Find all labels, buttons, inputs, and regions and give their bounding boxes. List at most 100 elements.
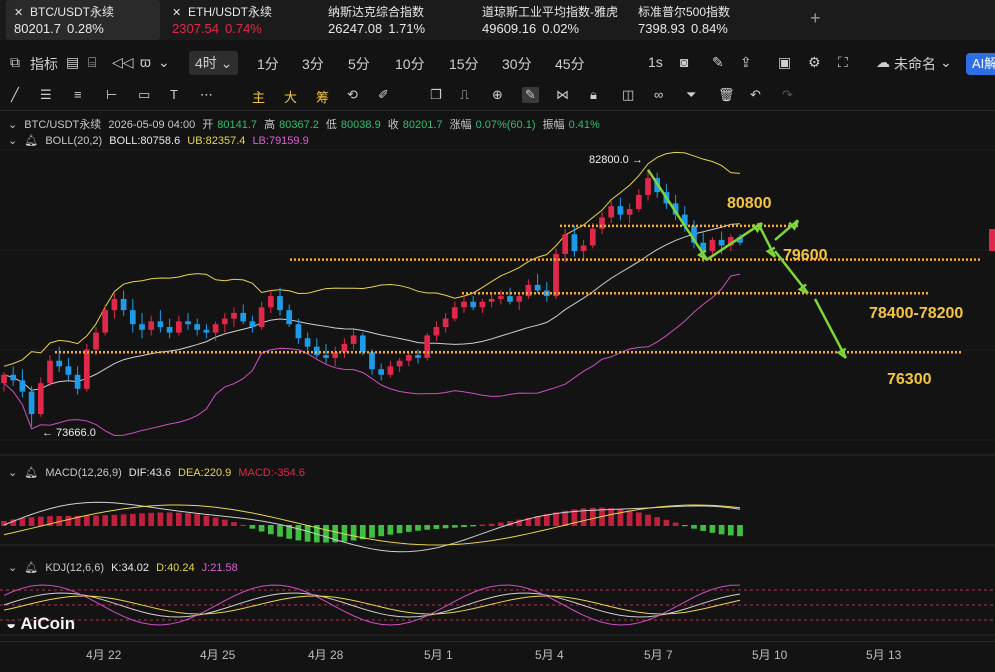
chip-button[interactable]: 筹: [316, 87, 329, 106]
macd-bar: [654, 517, 661, 526]
collapse-icon[interactable]: ⌄: [8, 119, 17, 131]
template-icon[interactable]: ▤: [66, 54, 79, 71]
candle-body: [396, 360, 403, 367]
candle-body: [157, 321, 164, 327]
fullscreen-icon[interactable]: ⛶: [838, 54, 848, 71]
image-icon[interactable]: ▣: [778, 54, 791, 71]
layout-icon[interactable]: ⌸: [88, 54, 96, 71]
link-icon[interactable]: ∞: [654, 87, 663, 102]
candle-body: [139, 324, 145, 330]
macd-bar: [350, 525, 357, 541]
last-price-tag: [989, 229, 995, 251]
interval-5m[interactable]: 5分: [348, 54, 370, 74]
lock-icon[interactable]: 🔒︎: [590, 87, 597, 103]
brush-icon[interactable]: ✐: [378, 87, 389, 103]
indicators-button[interactable]: 指标: [30, 54, 58, 74]
interval-15m[interactable]: 15分: [449, 54, 479, 74]
macd-bar: [240, 524, 247, 526]
interval-10m[interactable]: 10分: [395, 54, 425, 74]
kdj-name: KDJ(12,6,6): [45, 562, 105, 574]
bell-icon[interactable]: 🔔︎: [24, 135, 38, 147]
trendline-icon[interactable]: ╱: [11, 87, 19, 103]
parallel-lines-icon[interactable]: ☰: [40, 87, 52, 103]
x-axis: 4月 22 4月 25 4月 28 5月 1 5月 4 5月 7 5月 10 5…: [0, 641, 995, 672]
undo-icon[interactable]: ↶: [750, 87, 761, 103]
interval-active[interactable]: 4时 ⌄: [189, 51, 239, 75]
horizontal-lines-icon[interactable]: ≡: [74, 87, 82, 102]
candle-body: [424, 335, 431, 358]
x-label: 4月 22: [86, 648, 122, 662]
hide-icon[interactable]: ◫: [622, 87, 634, 103]
interval-1s[interactable]: 1s: [648, 54, 663, 70]
camera-icon[interactable]: ◙: [680, 54, 688, 70]
filter-icon[interactable]: ⏷: [686, 87, 696, 103]
candle-body: [28, 391, 35, 415]
x-label: 5月 7: [644, 648, 673, 662]
interval-3m[interactable]: 3分: [302, 54, 324, 74]
candle-body: [488, 298, 495, 302]
zoom-icon[interactable]: ⊕: [492, 87, 503, 103]
collapse-icon[interactable]: ⌄: [8, 562, 17, 574]
ai-button[interactable]: AI解: [966, 53, 995, 75]
interval-1m[interactable]: 1分: [257, 54, 279, 74]
indicator-icon[interactable]: ⧉: [10, 54, 20, 71]
boll-name: BOLL(20,2): [45, 135, 103, 147]
chevron-down-icon[interactable]: ⌄: [940, 54, 952, 71]
low-value: 80038.9: [340, 119, 381, 131]
interval-30m[interactable]: 30分: [502, 54, 532, 74]
horizontal-line-icon[interactable]: ⊢: [106, 87, 117, 103]
collapse-icon[interactable]: ⌄: [8, 135, 17, 147]
big-order-button[interactable]: 大: [284, 87, 297, 106]
ticker-tab-nasdaq[interactable]: 纳斯达克综合指数 26247.08 1.71%: [328, 0, 478, 40]
macd-bar: [497, 522, 504, 526]
candle-body: [258, 307, 265, 327]
gear-icon[interactable]: ⚙: [808, 54, 821, 71]
macd-bar: [396, 525, 403, 534]
collapse-icon[interactable]: ⌄: [8, 467, 17, 479]
bell-icon[interactable]: 🔔︎: [24, 562, 38, 574]
interval-45m[interactable]: 45分: [555, 54, 585, 74]
candle-body: [129, 310, 136, 325]
ticker-tab-btc[interactable]: ✕ BTC/USDT永续 80201.7 0.28%: [6, 0, 160, 40]
cloud-icon[interactable]: ☁: [876, 54, 890, 71]
add-tab-button[interactable]: +: [810, 8, 821, 29]
candle-body: [709, 239, 716, 252]
boll-lower: LB:79159.9: [252, 135, 309, 147]
macd-bar: [111, 514, 118, 526]
macd-bar: [479, 524, 486, 526]
boll-info: ⌄ 🔔︎ BOLL(20,2) BOLL:80758.6 UB:82357.4 …: [8, 134, 313, 147]
candle-body: [185, 321, 191, 325]
candle-body: [516, 296, 523, 302]
macd-bar: [249, 525, 256, 529]
compare-icon[interactable]: ϖ: [140, 54, 151, 70]
copy-icon[interactable]: ❐: [430, 87, 442, 103]
macd-bar: [221, 519, 228, 526]
ticker-tab-eth[interactable]: ✕ ETH/USDT永续 2307.54 0.74%: [172, 0, 322, 40]
ticker-tab-sp500[interactable]: 标准普尔500指数 7398.93 0.84%: [638, 0, 788, 40]
close-icon[interactable]: ✕: [14, 6, 24, 19]
candle-body: [286, 310, 293, 325]
trash-icon[interactable]: 🗑︎: [718, 87, 735, 103]
sync-icon[interactable]: ⟲: [347, 87, 358, 103]
candle-body: [1, 374, 7, 384]
candle-body: [212, 324, 219, 333]
rectangle-icon[interactable]: ▭: [138, 87, 150, 103]
bell-icon[interactable]: 🔔︎: [24, 467, 38, 479]
share-icon[interactable]: ⇪: [740, 54, 752, 71]
edit-icon[interactable]: ✎: [712, 54, 724, 71]
macd-bar: [691, 525, 697, 529]
main-force-button[interactable]: 主: [252, 87, 265, 106]
text-icon[interactable]: T: [170, 87, 178, 102]
replay-icon[interactable]: ◁◁: [112, 54, 134, 71]
high-value: 80367.2: [279, 119, 319, 131]
ruler-icon[interactable]: ⎍: [460, 87, 469, 103]
magnet-icon[interactable]: ⋈: [556, 87, 569, 103]
chevron-down-icon[interactable]: ⌄: [158, 54, 170, 71]
layout-name-button[interactable]: 未命名: [894, 54, 936, 74]
ticker-tab-dow[interactable]: 道琼斯工业平均指数-雅虎 49609.16 0.02%: [482, 0, 632, 40]
close-icon[interactable]: ✕: [172, 6, 182, 19]
candle-body: [203, 329, 210, 333]
eraser-icon[interactable]: ✎: [522, 87, 539, 103]
more-tools-icon[interactable]: ⋯: [200, 87, 213, 103]
redo-icon[interactable]: ↷: [782, 87, 793, 103]
